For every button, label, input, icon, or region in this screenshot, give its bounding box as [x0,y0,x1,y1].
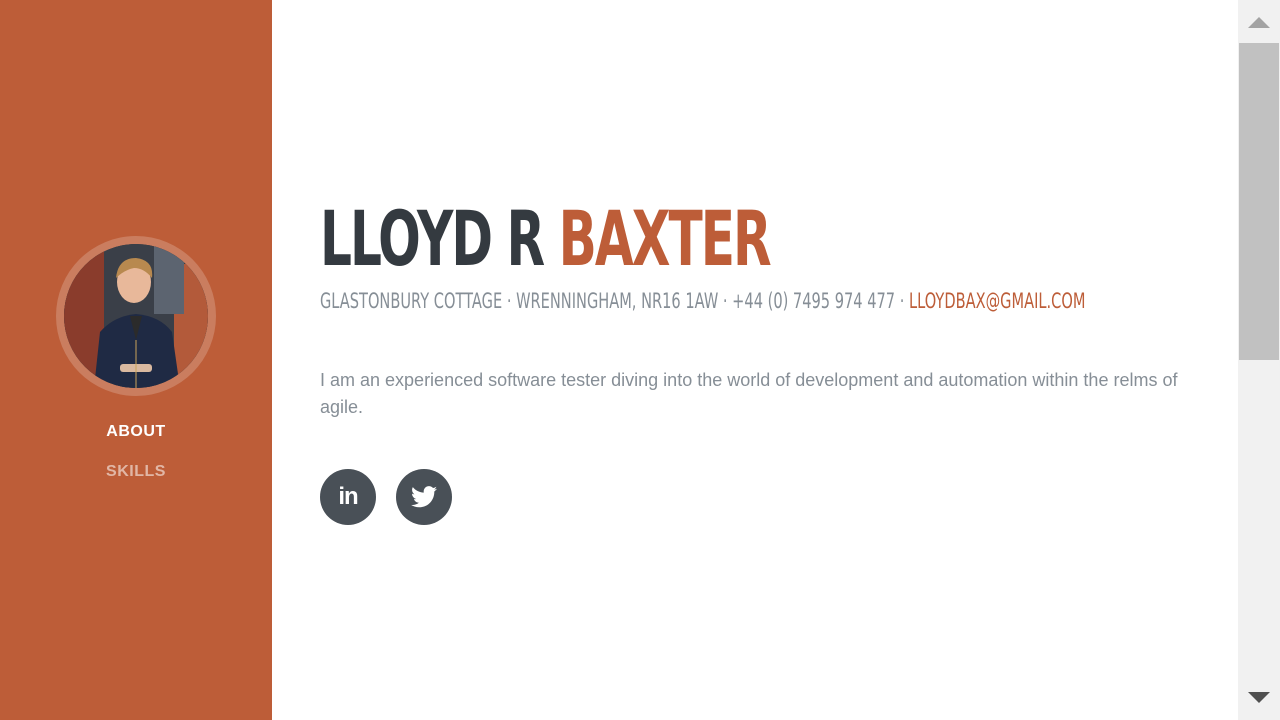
contact-address: Glastonbury Cottage · Wrenningham, NR16 … [320,289,905,313]
avatar[interactable] [64,244,208,388]
sidebar-nav: About Skills [0,418,272,498]
twitter-button[interactable] [396,469,452,525]
sidebar: About Skills [0,0,272,720]
social-icons: in [320,469,452,525]
linkedin-icon: in [338,483,358,510]
contact-line: Glastonbury Cottage · Wrenningham, NR16 … [320,287,1085,315]
main-content: Lloyd R Baxter Glastonbury Cottage · Wre… [272,0,1238,720]
scroll-up-icon[interactable] [1248,17,1270,28]
nav-item-skills[interactable]: Skills [0,458,272,498]
profile-photo [64,244,208,388]
scroll-down-icon[interactable] [1248,692,1270,703]
scrollbar[interactable] [1238,0,1280,720]
avatar-frame [56,236,216,396]
email-link[interactable]: lloydbax@gmail.com [909,289,1085,313]
last-name: Baxter [558,194,772,283]
about-text: I am an experienced software tester divi… [320,370,1178,417]
nav-item-about[interactable]: About [0,418,272,458]
first-name: Lloyd R [320,194,545,283]
twitter-icon [411,486,437,508]
scroll-thumb[interactable] [1239,43,1279,360]
linkedin-button[interactable]: in [320,469,376,525]
page-title: Lloyd R Baxter [320,194,772,283]
